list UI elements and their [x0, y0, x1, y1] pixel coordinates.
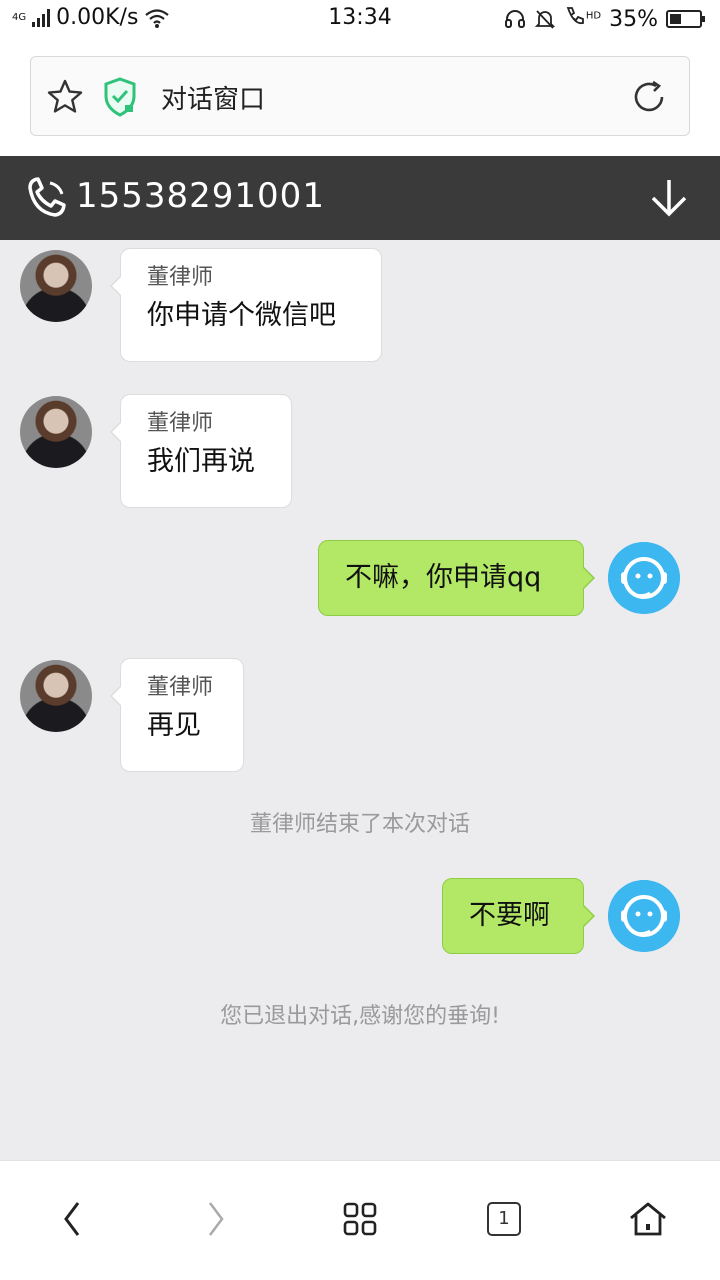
- shield-check-icon: [104, 77, 136, 117]
- back-icon: [64, 1202, 80, 1236]
- customer-service-avatar-icon[interactable]: [608, 542, 680, 614]
- system-notice: 您已退出对话,感谢您的垂询!: [220, 1004, 500, 1029]
- message-bubble-outgoing[interactable]: 不要啊: [442, 878, 595, 954]
- hd-label: HD: [585, 10, 602, 22]
- hd-call-icon: HD: [564, 5, 601, 33]
- sender-name: 董律师: [147, 675, 214, 700]
- home-button[interactable]: [624, 1195, 672, 1243]
- address-bar[interactable]: 对话窗口: [30, 56, 690, 136]
- lawyer-avatar[interactable]: [20, 396, 92, 468]
- message-text: 你申请个微信吧: [147, 300, 336, 331]
- customer-service-avatar-icon[interactable]: [608, 880, 680, 952]
- lawyer-avatar[interactable]: [20, 250, 92, 322]
- tabs-icon: 1: [487, 1202, 521, 1236]
- message-text: 我们再说: [147, 446, 255, 477]
- back-button[interactable]: [48, 1195, 96, 1243]
- message-bubble-incoming[interactable]: 董律师 再见: [110, 658, 244, 772]
- message-text: 不嘛，你申请qq: [345, 562, 542, 593]
- sender-name: 董律师: [147, 411, 214, 436]
- chat-area[interactable]: 董律师 你申请个微信吧 董律师 我们再说 不嘛，你申请qq 董律师 再见 董律师…: [0, 240, 720, 1160]
- page-title: 对话窗口: [161, 85, 266, 115]
- forward-button[interactable]: [192, 1195, 240, 1243]
- grid-menu-icon: [343, 1202, 377, 1236]
- battery-icon: [666, 10, 705, 28]
- forward-icon: [209, 1202, 224, 1236]
- status-bar: 4G 0.00K/s 13:34 HD 35%: [0, 0, 720, 38]
- sender-name: 董律师: [147, 265, 214, 290]
- tabs-button[interactable]: 1: [480, 1195, 528, 1243]
- menu-button[interactable]: [336, 1195, 384, 1243]
- mute-bell-icon: [534, 10, 556, 29]
- status-right: HD 35%: [504, 5, 706, 33]
- chat-header: 15538291001: [0, 156, 720, 240]
- refresh-icon[interactable]: [629, 77, 669, 117]
- message-text: 再见: [147, 710, 201, 741]
- message-bubble-incoming[interactable]: 董律师 我们再说: [110, 394, 292, 508]
- headset-icon: [504, 10, 525, 28]
- lawyer-avatar[interactable]: [20, 660, 92, 732]
- arrow-down-icon[interactable]: [648, 176, 690, 220]
- battery-percent: 35%: [609, 6, 658, 32]
- phone-number[interactable]: 15538291001: [76, 176, 325, 216]
- home-icon: [630, 1202, 666, 1236]
- message-bubble-incoming[interactable]: 董律师 你申请个微信吧: [110, 248, 382, 362]
- system-notice: 董律师结束了本次对话: [249, 812, 470, 837]
- message-bubble-outgoing[interactable]: 不嘛，你申请qq: [318, 540, 595, 616]
- message-text: 不要啊: [469, 900, 550, 931]
- browser-toolbar: 对话窗口: [0, 38, 720, 156]
- phone-icon[interactable]: [22, 174, 70, 222]
- star-icon[interactable]: [45, 77, 85, 117]
- bottom-navigation: 1: [0, 1160, 720, 1280]
